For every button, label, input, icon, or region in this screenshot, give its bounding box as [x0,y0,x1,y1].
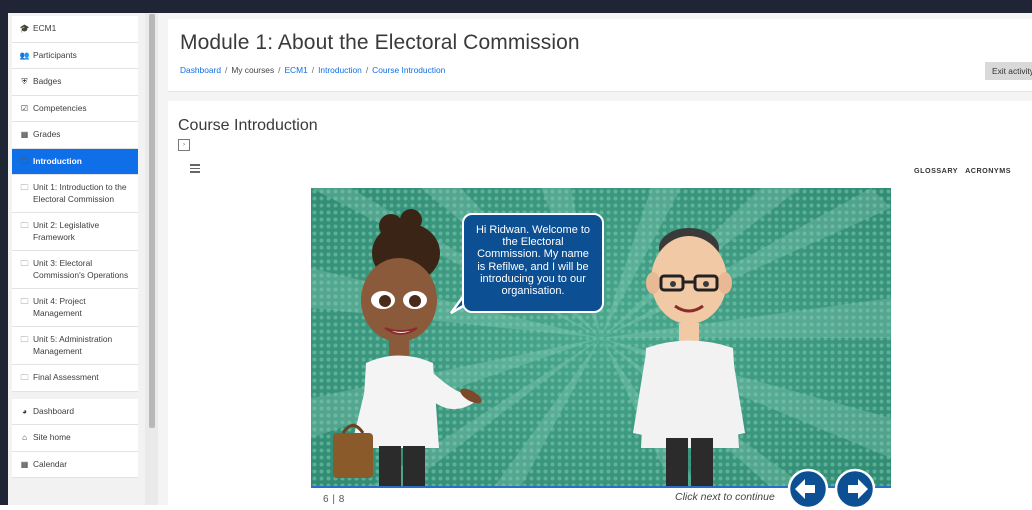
sidebar-item-label: Competencies [33,102,87,113]
breadcrumb-separator: / [365,65,369,75]
sidebar-scrollbar-thumb[interactable] [149,14,155,428]
window-frame-top [0,0,1032,13]
sidebar-item-participants[interactable]: 👥 Participants [12,42,138,69]
checkbox-icon: ☑ [20,103,29,113]
sidebar-item-unit-2-legislative-framework[interactable]: 🗀 Unit 2: Legislative Framework [12,213,138,251]
sidebar-item-label: Participants [33,49,77,60]
sidebar-item-unit-1-introduction-to-the-electoral-commission[interactable]: 🗀 Unit 1: Introduction to the Electoral C… [12,175,138,213]
sidebar-item-label: Calendar [33,458,67,469]
breadcrumb: Dashboard / My courses / ECM1/Introduction / C… [180,65,445,75]
sidebar-item-label: Site home [33,432,71,442]
sidebar-item-unit-5-administration-management[interactable]: 🗀 Unit 5: Administration Management [12,327,138,365]
breadcrumb-separator: / [311,65,315,75]
sidebar-item-label: Grades [33,129,61,139]
breadcrumb-separator: / [224,65,228,75]
breadcrumb-item: My courses [231,65,275,75]
next-button[interactable] [834,468,876,510]
breadcrumb-separator: / [278,65,281,75]
sidebar-item-label: Introduction [33,155,82,166]
course-navigation: 🎓 ECM1 👥 Participants ⛨ Badges ☑ Competencies ▦ G… [12,16,138,478]
sidebar-item-label: Badges [33,76,62,86]
breadcrumb-item[interactable]: Course Introduction [372,65,445,75]
acronyms-link[interactable]: ACRONYMS [965,166,1011,175]
breadcrumb-item[interactable]: ECM1 [284,65,307,75]
users-icon: 👥 [19,50,30,60]
sidebar-item-calendar[interactable]: ▦ Calendar [12,451,138,478]
folder-icon: 🗀 [20,183,29,192]
sidebar-item-label: Unit 4: Project Management [33,296,86,318]
dashboard-icon: ◕ [22,406,27,416]
sidebar-item-label: Unit 2: Legislative Framework [33,220,100,242]
sidebar-item-label: Final Assessment [33,372,99,382]
sidebar-item-site-home[interactable]: ⌂ Site home [12,425,138,452]
breadcrumb-item[interactable]: Introduction [318,65,362,75]
sidebar-item-final-assessment[interactable]: 🗀 Final Assessment [12,365,138,392]
breadcrumb-item[interactable]: Dashboard [180,65,221,75]
sidebar-item-introduction[interactable]: 🗀 Introduction [12,148,138,175]
collapse-toggle-icon[interactable]: › [178,139,190,151]
table-icon: ▦ [20,130,29,139]
sidebar-item-label: Unit 3: Electoral Commission's Operation… [33,258,129,280]
folder-icon: 🗀 [20,221,29,230]
next-hint: Click next to continue [675,491,775,503]
folder-icon: 🗀 [20,259,29,268]
folder-icon: 🗀 [20,156,29,166]
glossary-link[interactable]: GLOSSARY [914,166,958,175]
section-title: Course Introduction [178,117,318,134]
resource-links: GLOSSARY ACRONYMS [914,166,1018,175]
home-icon: ⌂ [22,433,27,442]
sidebar-item-badges[interactable]: ⛨ Badges [12,69,138,96]
folder-icon: 🗀 [20,335,29,344]
hamburger-menu-icon[interactable] [190,164,200,173]
folder-icon: 🗀 [20,373,29,382]
sidebar-item-unit-4-project-management[interactable]: 🗀 Unit 4: Project Management [12,289,138,327]
sidebar-item-label: Unit 5: Administration Management [33,334,113,356]
previous-button[interactable] [787,468,829,510]
sidebar-item-label: ECM1 [33,23,57,33]
speech-bubble: Hi Ridwan. Welcome to the Electoral Comm… [462,213,604,313]
page-header [168,19,1032,92]
sidebar-item-competencies[interactable]: ☑ Competencies [12,95,138,122]
shield-icon: ⛨ [21,77,28,86]
sidebar-item-ecm1[interactable]: 🎓 ECM1 [12,16,138,43]
sidebar-item-dashboard[interactable]: ◕ Dashboard [12,398,138,425]
folder-icon: 🗀 [20,297,29,306]
graduation-cap-icon: 🎓 [19,24,30,33]
calendar-icon: ▦ [20,459,29,469]
sidebar-item-unit-3-electoral-commission-s-operations[interactable]: 🗀 Unit 3: Electoral Commission's Operatio… [12,251,138,289]
sidebar-item-label: Dashboard [33,405,74,416]
page-counter: 6 | 8 [323,494,345,505]
sidebar-item-label: Unit 1: Introduction to the Electoral Co… [33,182,127,204]
sidebar-item-grades[interactable]: ▦ Grades [12,122,138,149]
page-title: Module 1: About the Electoral Commission [180,31,580,54]
exit-activity-button[interactable]: Exit activity [985,62,1032,80]
window-frame-left [0,0,8,505]
